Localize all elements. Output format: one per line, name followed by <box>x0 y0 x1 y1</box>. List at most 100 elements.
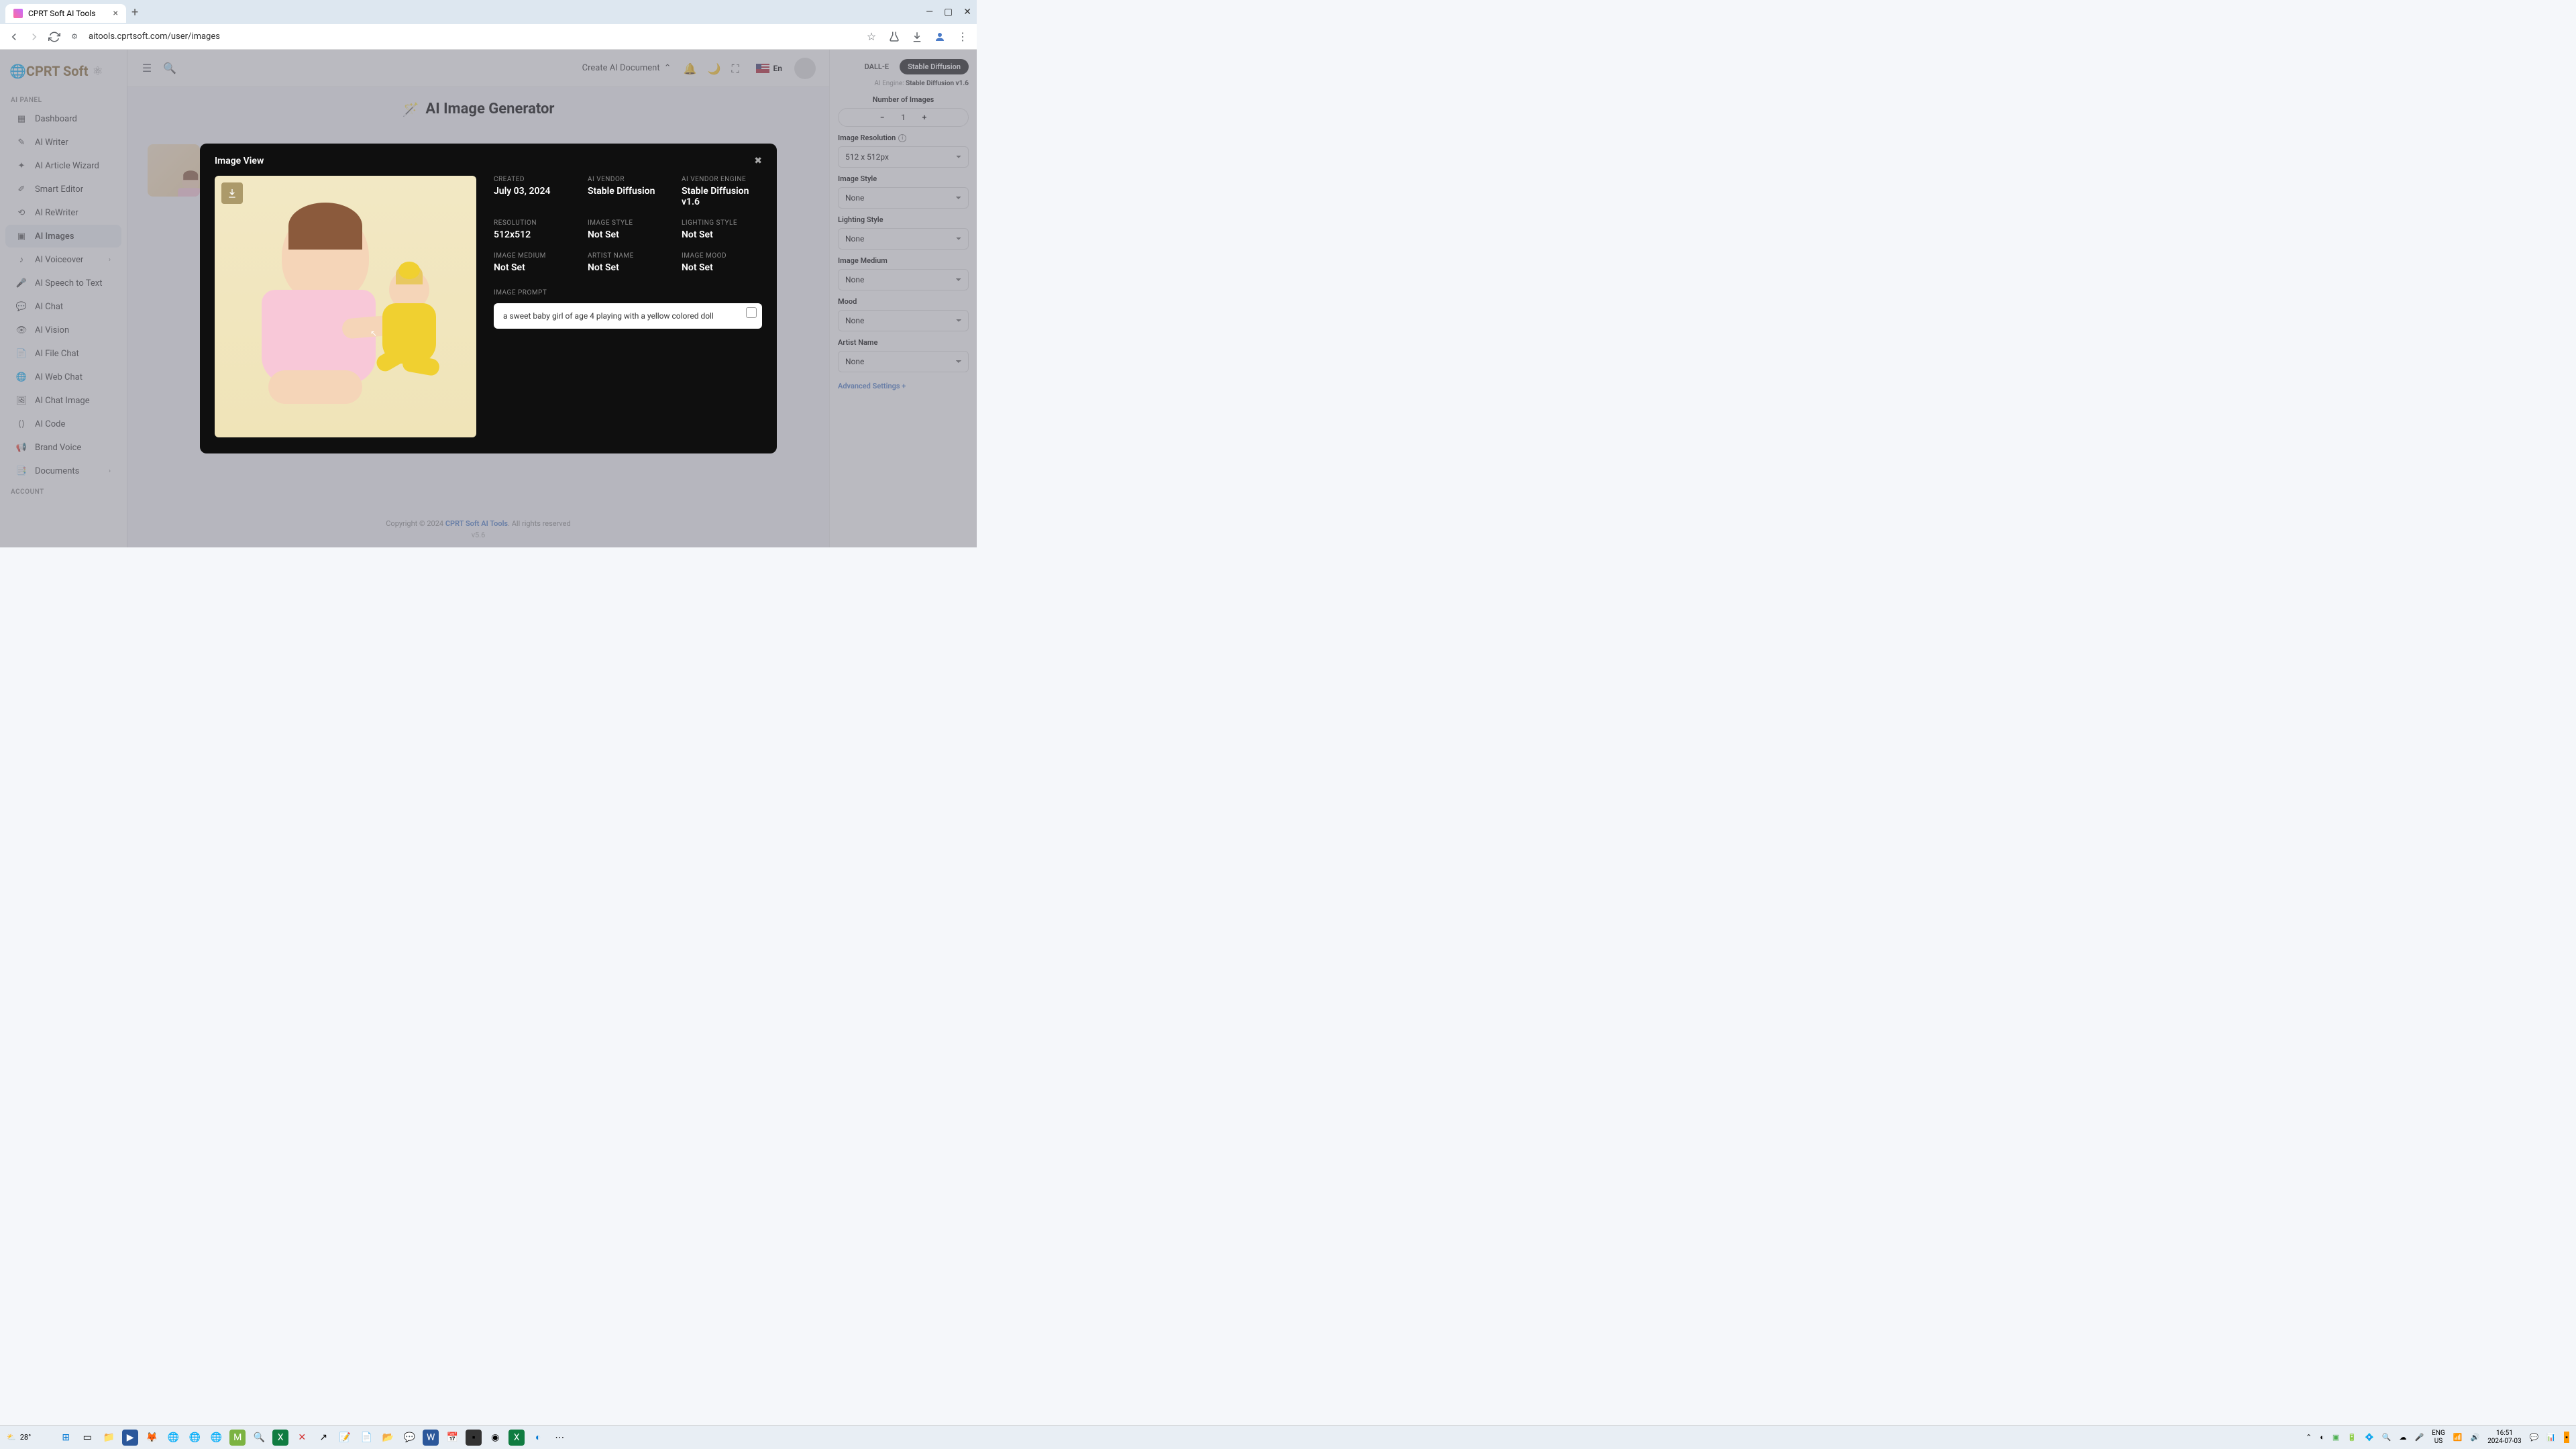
close-x-icon[interactable]: ✕ <box>294 1430 310 1446</box>
app-6-icon[interactable]: ▪ <box>466 1430 482 1446</box>
app-3-icon[interactable]: ↗ <box>315 1430 331 1446</box>
tray-battery-icon[interactable]: 🔋 <box>2347 1433 2357 1442</box>
start-icon[interactable]: ⊞ <box>58 1430 74 1446</box>
meta-style-value: Not Set <box>588 229 668 240</box>
terminal-icon[interactable]: ▶ <box>122 1430 138 1446</box>
prompt-box: a sweet baby girl of age 4 playing with … <box>494 303 762 329</box>
tab-close-icon[interactable]: × <box>113 8 118 19</box>
meta-mood-value: Not Set <box>682 262 762 273</box>
modal-metadata: CREATED July 03, 2024 AI VENDOR Stable Dif… <box>494 176 762 437</box>
modal-title: Image View <box>215 156 264 166</box>
browser-tab[interactable]: CPRT Soft AI Tools × <box>5 4 126 23</box>
bookmark-icon[interactable]: ☆ <box>865 31 877 43</box>
wifi-icon[interactable]: 📶 <box>2453 1433 2463 1442</box>
modal-body: ↖ CREATED July 03, 2024 AI VENDOR Stable D… <box>215 176 762 437</box>
close-icon[interactable]: ✖ <box>754 156 762 166</box>
tray-mic-icon[interactable]: 🎤 <box>2414 1433 2424 1442</box>
tray-cloud-icon[interactable]: ☁ <box>2399 1433 2406 1442</box>
meta-resolution-label: RESOLUTION <box>494 219 574 227</box>
tray-app-2-icon[interactable]: ▣ <box>2332 1433 2339 1442</box>
language-indicator[interactable]: ENGUS <box>2432 1430 2445 1446</box>
steam-icon[interactable]: ◉ <box>487 1430 503 1446</box>
downloads-icon[interactable] <box>911 31 923 43</box>
overflow-icon[interactable]: ⋯ <box>551 1430 568 1446</box>
search-app-icon[interactable]: 🔍 <box>251 1430 267 1446</box>
tray-app-icon[interactable]: ◐ <box>2320 1433 2324 1442</box>
meta-created-value: July 03, 2024 <box>494 186 574 197</box>
chrome-2-icon[interactable]: 🌐 <box>186 1430 203 1446</box>
excel-icon[interactable]: X <box>272 1430 288 1446</box>
meta-engine-label: AI VENDOR ENGINE <box>682 176 762 183</box>
folder-2-icon[interactable]: 📂 <box>380 1430 396 1446</box>
prompt-text: a sweet baby girl of age 4 playing with … <box>503 311 714 321</box>
app-4-icon[interactable]: 📄 <box>358 1430 374 1446</box>
tray-chevron-icon[interactable]: ⌃ <box>2306 1433 2312 1442</box>
app-icon[interactable]: 🦊 <box>144 1430 160 1446</box>
tray-app-3-icon[interactable]: 💠 <box>2365 1433 2374 1442</box>
cursor-icon: ↖ <box>370 329 377 338</box>
meta-vendor-value: Stable Diffusion <box>588 186 668 197</box>
modal-image: ↖ <box>215 176 476 437</box>
notepad-icon[interactable]: 📝 <box>337 1430 353 1446</box>
edge-icon[interactable]: ◐ <box>530 1430 546 1446</box>
modal-header: Image View ✖ <box>215 156 762 166</box>
image-view-modal: Image View ✖ <box>200 144 777 453</box>
temperature: 28° <box>20 1433 31 1442</box>
excel-2-icon[interactable]: X <box>508 1430 525 1446</box>
window-controls: — ▢ ✕ <box>926 7 971 17</box>
new-tab-button[interactable]: + <box>131 5 138 19</box>
app-2-icon[interactable]: M <box>229 1430 246 1446</box>
word-icon[interactable]: W <box>423 1430 439 1446</box>
meta-mood-label: IMAGE MOOD <box>682 252 762 260</box>
system-tray: ⌃ ◐ ▣ 🔋 💠 🔍 ☁ 🎤 ENGUS 📶 🔊 16:512024-07-0… <box>2306 1430 2569 1446</box>
menu-icon[interactable]: ⋮ <box>957 31 969 43</box>
weather-widget[interactable]: ⛅ 28° <box>7 1433 31 1442</box>
forward-icon[interactable] <box>28 31 40 43</box>
generated-image-content <box>215 176 476 437</box>
tray-app-5-icon[interactable]: ▪ <box>2564 1432 2569 1443</box>
meta-lighting-label: LIGHTING STYLE <box>682 219 762 227</box>
tray-app-4-icon[interactable]: 📊 <box>2546 1433 2556 1442</box>
windows-taskbar: ⛅ 28° ⊞ ▭ 📁 ▶ 🦊 🌐 🌐 🌐 M 🔍 X ✕ ↗ 📝 📄 📂 💬 … <box>0 1425 2576 1449</box>
site-info-icon[interactable]: ⚙ <box>68 31 80 43</box>
tab-favicon <box>13 9 23 18</box>
tab-title: CPRT Soft AI Tools <box>28 9 95 18</box>
labs-icon[interactable] <box>888 31 900 43</box>
calendar-icon[interactable]: 📅 <box>444 1430 460 1446</box>
tray-search-icon[interactable]: 🔍 <box>2382 1433 2392 1442</box>
copy-icon[interactable] <box>746 307 757 318</box>
explorer-icon[interactable]: 📁 <box>101 1430 117 1446</box>
notifications-icon[interactable]: 💬 <box>2530 1433 2539 1442</box>
minimize-icon[interactable]: — <box>926 7 933 17</box>
chrome-icon[interactable]: 🌐 <box>165 1430 181 1446</box>
weather-icon: ⛅ <box>7 1433 16 1442</box>
meta-created-label: CREATED <box>494 176 574 183</box>
profile-icon[interactable] <box>934 31 946 43</box>
address-bar: ⚙ aitools.cprtsoft.com/user/images ☆ ⋮ <box>0 24 977 50</box>
back-icon[interactable] <box>8 31 20 43</box>
close-window-icon[interactable]: ✕ <box>963 7 971 17</box>
meta-medium-label: IMAGE MEDIUM <box>494 252 574 260</box>
task-view-icon[interactable]: ▭ <box>79 1430 95 1446</box>
meta-engine-value: Stable Diffusion v1.6 <box>682 186 762 207</box>
url-text[interactable]: aitools.cprtsoft.com/user/images <box>89 32 491 42</box>
prompt-label: IMAGE PROMPT <box>494 289 762 297</box>
clock[interactable]: 16:512024-07-03 <box>2487 1430 2522 1446</box>
meta-artist-label: ARTIST NAME <box>588 252 668 260</box>
meta-lighting-value: Not Set <box>682 229 762 240</box>
reload-icon[interactable] <box>48 31 60 43</box>
browser-tab-bar: CPRT Soft AI Tools × + — ▢ ✕ <box>0 0 977 24</box>
taskbar-apps: ⊞ ▭ 📁 ▶ 🦊 🌐 🌐 🌐 M 🔍 X ✕ ↗ 📝 📄 📂 💬 W 📅 ▪ … <box>58 1430 568 1446</box>
app-5-icon[interactable]: 💬 <box>401 1430 417 1446</box>
meta-vendor-label: AI VENDOR <box>588 176 668 183</box>
chrome-3-icon[interactable]: 🌐 <box>208 1430 224 1446</box>
meta-medium-value: Not Set <box>494 262 574 273</box>
meta-style-label: IMAGE STYLE <box>588 219 668 227</box>
meta-artist-value: Not Set <box>588 262 668 273</box>
meta-resolution-value: 512x512 <box>494 229 574 240</box>
volume-icon[interactable]: 🔊 <box>2470 1433 2479 1442</box>
address-actions: ☆ ⋮ <box>865 31 969 43</box>
maximize-icon[interactable]: ▢ <box>944 7 953 17</box>
modal-overlay[interactable]: Image View ✖ <box>0 50 977 547</box>
app-root: 🌐 CPRT Soft ⚛ AI PANEL ▦Dashboard ✎AI Wr… <box>0 50 977 547</box>
